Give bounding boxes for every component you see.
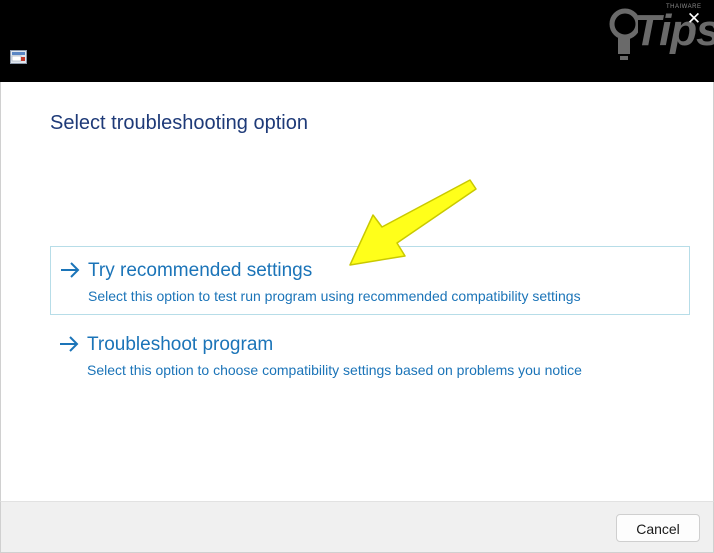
title-bar: THAIWARE Tips ✕ — [0, 0, 714, 82]
dialog-content: Select troubleshooting option Try recomm… — [0, 82, 714, 501]
close-button[interactable]: ✕ — [682, 8, 706, 30]
option-troubleshoot-program[interactable]: Troubleshoot program Select this option … — [50, 321, 690, 390]
arrow-right-icon — [60, 336, 79, 352]
page-title: Select troubleshooting option — [50, 112, 308, 134]
arrow-right-icon — [61, 262, 80, 278]
option-title: Try recommended settings — [88, 260, 313, 281]
annotation-arrow-icon — [349, 179, 477, 266]
option-title: Troubleshoot program — [87, 334, 274, 355]
app-icon — [10, 50, 27, 64]
cancel-button[interactable]: Cancel — [616, 514, 700, 542]
dialog-footer: Cancel — [0, 501, 714, 553]
option-description: Select this option to choose compatibili… — [87, 362, 582, 378]
option-description: Select this option to test run program u… — [88, 288, 581, 304]
